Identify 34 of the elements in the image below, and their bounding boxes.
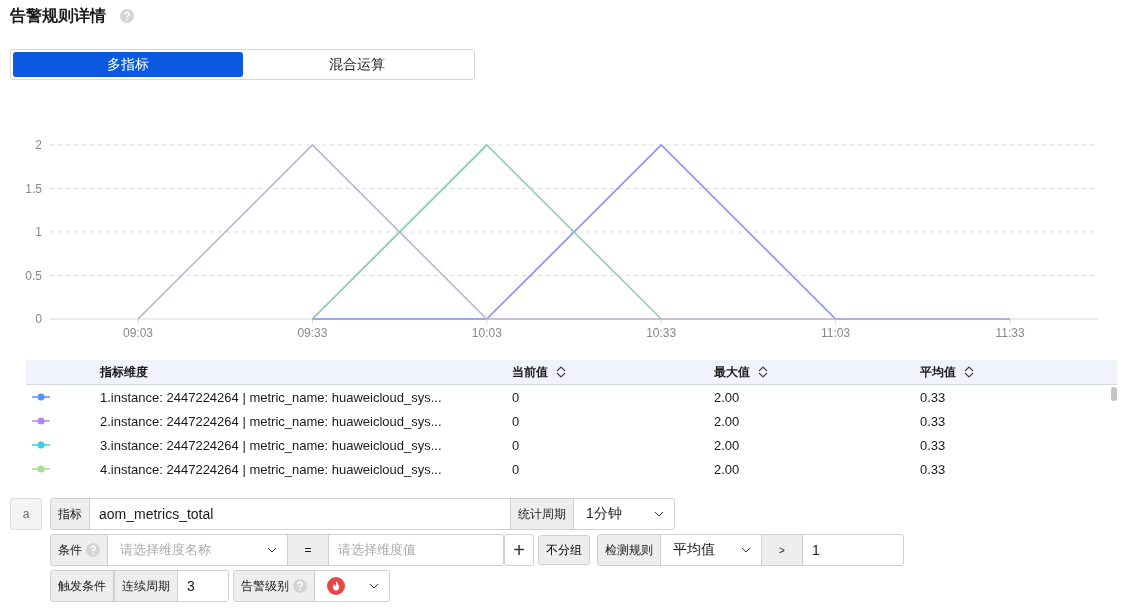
y-axis-label: 1 — [35, 225, 42, 239]
y-axis-label: 0 — [35, 312, 42, 326]
table-cell-text: 2.00 — [714, 413, 741, 429]
query-label: a — [10, 498, 42, 530]
column-header: 指标维度 — [100, 363, 148, 381]
column-header: 当前值 — [512, 363, 548, 381]
y-axis-label: 2 — [35, 138, 42, 152]
column-header: 平均值 — [920, 363, 956, 381]
table-cell-text: 0.33 — [920, 389, 947, 405]
table-cell-text: 0.33 — [920, 461, 947, 477]
x-axis-label: 11:03 — [821, 326, 851, 340]
table-cell-text: 2.00 — [714, 437, 741, 453]
table-cell-text: 0.33 — [920, 437, 947, 453]
table-cell-text: 2.instance: 2447224264 | metric_name: huaweicloud_sys... — [100, 413, 443, 429]
field-label: 告警级别 — [240, 577, 290, 595]
page-title: 告警规则详情 — [10, 5, 106, 26]
table-cell-text: 1.instance: 2447224264 | metric_name: huaweicloud_sys... — [100, 389, 443, 405]
table-cell-text: 0 — [512, 413, 521, 429]
x-axis-label: 11:33 — [995, 326, 1025, 340]
x-axis-label: 10:03 — [471, 326, 502, 340]
table-cell-text: 2.00 — [714, 461, 741, 477]
y-axis-label: 1.5 — [25, 181, 42, 196]
x-axis-label: 09:33 — [297, 326, 328, 340]
table-cell-text: 0 — [512, 437, 521, 453]
table-cell-text: 4.instance: 2447224264 | metric_name: huaweicloud_sys... — [100, 461, 443, 477]
y-axis-label: 0.5 — [25, 268, 42, 283]
table-cell-text: 0 — [512, 461, 521, 477]
column-header: 最大值 — [714, 363, 750, 381]
x-axis-label: 09:03 — [123, 326, 153, 340]
table-cell-text: 0.33 — [920, 413, 947, 429]
x-axis-label: 10:33 — [646, 326, 677, 340]
table-cell-text: 2.00 — [714, 389, 741, 405]
table-cell-text: 0 — [512, 389, 521, 405]
table-cell-text: 3.instance: 2447224264 | metric_name: huaweicloud_sys... — [100, 437, 443, 453]
